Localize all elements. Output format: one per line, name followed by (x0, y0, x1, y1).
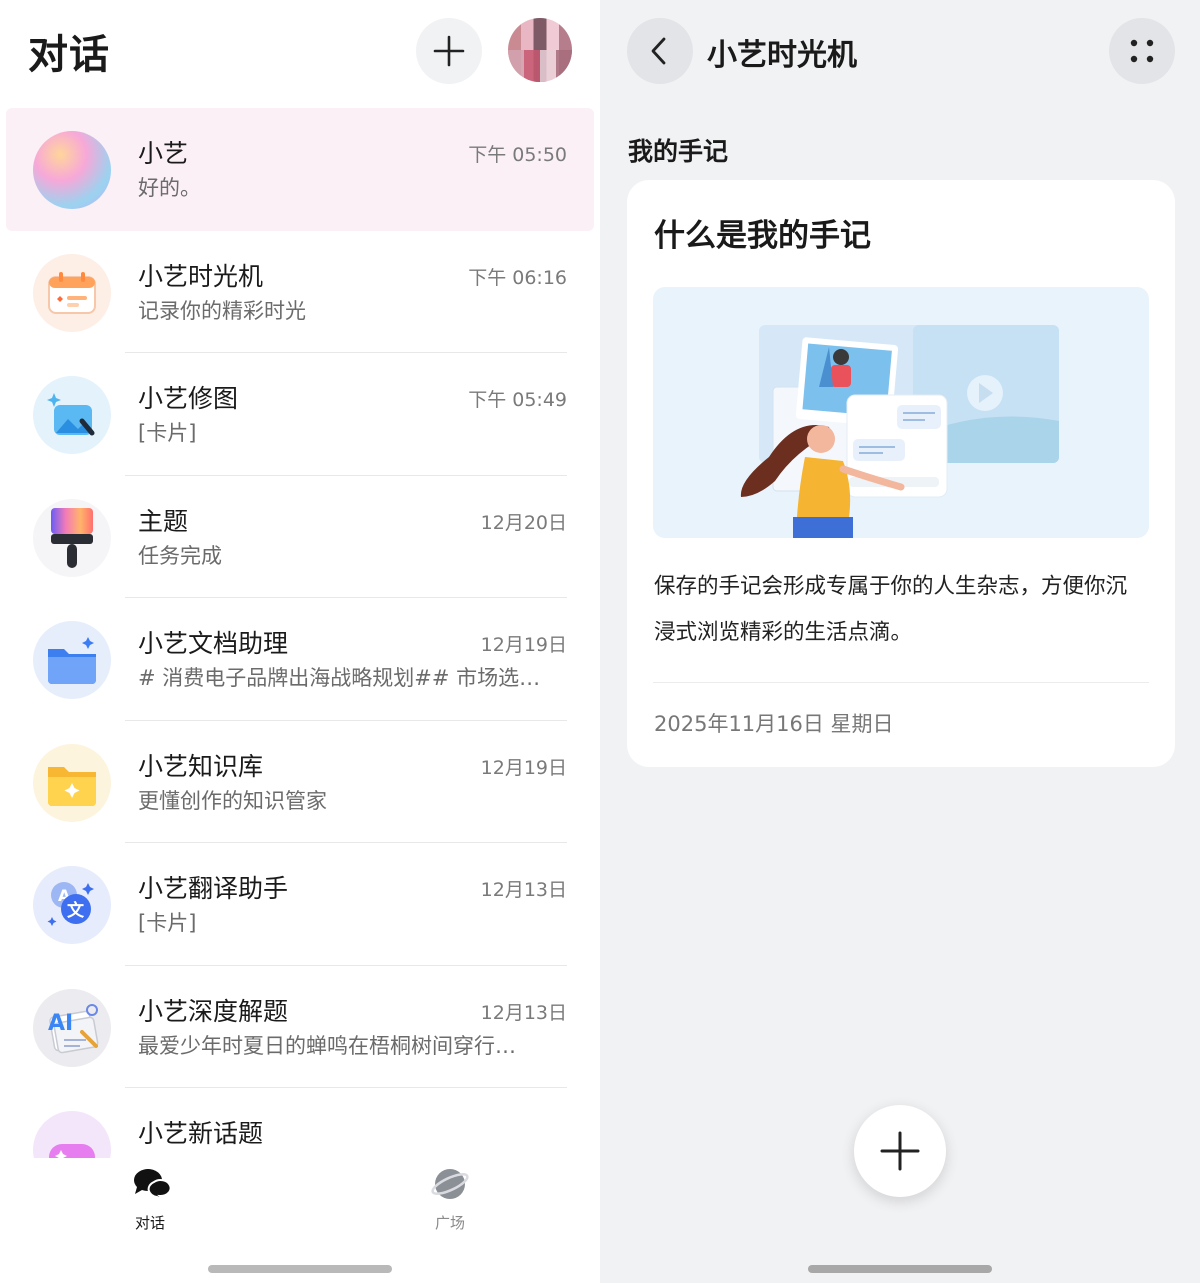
knowledge-folder-icon (33, 743, 111, 822)
conversation-time: 12月19日 (480, 756, 567, 779)
four-dots-icon (1130, 39, 1154, 63)
conversation-item-doc-assistant[interactable]: 小艺文档助理 # 消费电子品牌出海战略规划## 市场选… 12月19日 (0, 598, 600, 721)
conversation-list-panel: 对话 小艺 好的。 下午 05:50 小艺时光机 记录你的精彩时光 下午 06:… (0, 0, 600, 1283)
conversation-item-new-topic[interactable]: 小艺新话题 (0, 1088, 600, 1158)
conversation-name: 小艺 (138, 139, 189, 168)
conversation-preview: 任务完成 (138, 543, 222, 568)
conversation-name: 小艺文档助理 (138, 629, 289, 658)
plus-icon (880, 1131, 920, 1171)
conversation-time: 12月13日 (480, 1001, 567, 1024)
add-journal-button[interactable] (854, 1105, 946, 1197)
page-title: 对话 (28, 32, 110, 78)
journal-illustration (653, 287, 1149, 538)
nav-tab-plaza[interactable]: 广场 (410, 1166, 490, 1233)
folder-icon (33, 621, 111, 699)
conversation-time: 12月20日 (480, 511, 567, 534)
conversation-preview: # 消费电子品牌出海战略规划## 市场选… (138, 666, 541, 690)
photo-edit-icon (33, 376, 111, 454)
conversation-time: 下午 05:49 (468, 389, 567, 411)
card-description: 保存的手记会形成专属于你的人生杂志，方便你沉浸式浏览精彩的生活点滴。 (654, 574, 1128, 645)
time-machine-calendar-icon (33, 253, 111, 332)
home-indicator[interactable] (808, 1265, 992, 1273)
conversation-preview: 最爱少年时夏日的蝉鸣在梧桐树间穿行… (138, 1033, 516, 1058)
conversation-time: 下午 06:16 (468, 266, 567, 289)
planet-icon (431, 1169, 469, 1199)
page-title: 小艺时光机 (707, 38, 857, 73)
svg-text:文: 文 (67, 900, 85, 921)
ai-solver-icon: AI (33, 988, 111, 1067)
svg-text:AI: AI (48, 1011, 73, 1036)
new-conversation-button[interactable] (416, 18, 482, 84)
back-button[interactable] (627, 18, 693, 84)
card-divider (653, 682, 1149, 683)
conversation-item-xiaoyi[interactable]: 小艺 好的。 下午 05:50 (6, 108, 594, 231)
translate-icon: A 文 (33, 866, 111, 944)
conversation-time: 12月13日 (480, 879, 567, 901)
more-options-button[interactable] (1109, 18, 1175, 84)
conversation-name: 小艺深度解题 (138, 996, 289, 1026)
conversation-preview: [卡片] (138, 911, 197, 935)
conversation-preview: 更懂创作的知识管家 (138, 788, 327, 813)
conversation-name: 小艺知识库 (138, 751, 264, 781)
conversation-list: 小艺 好的。 下午 05:50 小艺时光机 记录你的精彩时光 下午 06:16 (0, 108, 600, 1158)
conversation-name: 小艺新话题 (138, 1119, 264, 1148)
journal-intro-card[interactable]: 什么是我的手记 保存的手记会形成专属于你的人生杂志，方便你沉浸式浏览精彩的生活点… (627, 180, 1175, 767)
conversation-preview: [卡片] (138, 421, 197, 445)
conversation-preview: 好的。 (138, 176, 201, 200)
conversation-preview: 记录你的精彩时光 (138, 298, 306, 323)
conversation-name: 小艺翻译助手 (138, 874, 289, 903)
conversation-name: 小艺修图 (138, 384, 239, 413)
paint-brush-icon (33, 498, 111, 577)
user-avatar[interactable] (508, 18, 572, 82)
conversation-time: 12月19日 (480, 634, 567, 656)
conversation-time: 下午 05:50 (468, 144, 567, 166)
time-machine-panel: 小艺时光机 我的手记 什么是我的手记 保存的手记会形成专属于你的人生杂志，方便你… (600, 0, 1200, 1283)
conversation-item-translate[interactable]: A 文 小艺翻译助手 [卡片] 12月13日 (0, 843, 600, 966)
conversation-item-knowledge[interactable]: 小艺知识库 更懂创作的知识管家 12月19日 (0, 721, 600, 843)
conversation-item-photo-edit[interactable]: 小艺修图 [卡片] 下午 05:49 (0, 353, 600, 476)
conversation-name: 小艺时光机 (138, 261, 264, 291)
conversation-item-time-machine[interactable]: 小艺时光机 记录你的精彩时光 下午 06:16 (0, 231, 600, 353)
card-date: 2025年11月16日 星期日 (654, 712, 894, 736)
plus-icon (433, 35, 465, 67)
xiaoyi-orb-icon (33, 131, 111, 209)
card-title: 什么是我的手记 (654, 218, 871, 254)
new-topic-icon (33, 1111, 111, 1158)
chevron-left-icon (651, 37, 666, 65)
nav-tab-chat[interactable]: 对话 (110, 1166, 190, 1233)
conversation-item-theme[interactable]: 主题 任务完成 12月20日 (0, 476, 600, 598)
conversation-item-deep-solver[interactable]: AI 小艺深度解题 最爱少年时夏日的蝉鸣在梧桐树间穿行… 12月13日 (0, 966, 600, 1088)
conversation-name: 主题 (138, 506, 189, 536)
nav-label-chat: 对话 (134, 1214, 165, 1232)
home-indicator[interactable] (208, 1265, 392, 1273)
chat-bubble-icon (134, 1169, 172, 1201)
section-title: 我的手记 (628, 137, 729, 166)
nav-label-plaza: 广场 (434, 1214, 465, 1232)
